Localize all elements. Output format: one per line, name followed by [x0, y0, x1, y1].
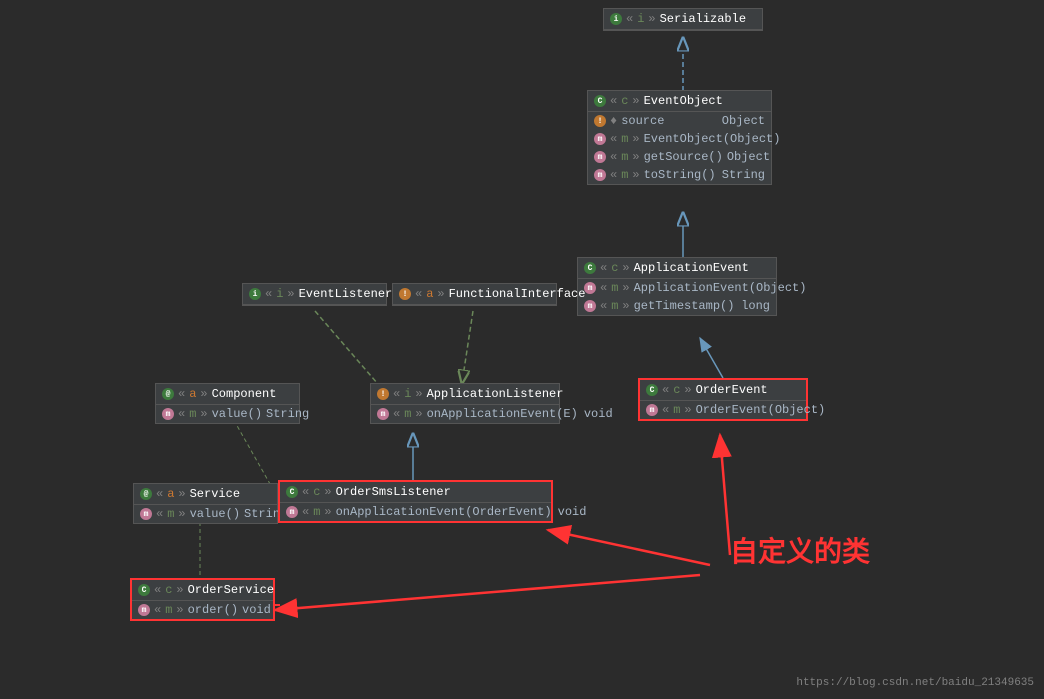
application-event-icon: C — [584, 262, 596, 274]
order-service-icon: C — [138, 584, 150, 596]
application-event-gettimestamp: m «m» getTimestamp() long — [578, 297, 776, 315]
serializable-header: i «i» Serializable — [604, 9, 762, 30]
application-listener-box: ! «i» ApplicationListener m «m» onApplic… — [370, 383, 560, 424]
service-value: m «m» value() String — [134, 505, 277, 523]
service-box: @ «a» Service m «m» value() String — [133, 483, 278, 524]
order-sms-listener-header: C «c» OrderSmsListener — [280, 482, 551, 503]
application-event-constructor: m «m» ApplicationEvent(Object) — [578, 279, 776, 297]
service-header: @ «a» Service — [134, 484, 277, 505]
functional-interface-icon: ! — [399, 288, 411, 300]
component-header: @ «a» Component — [156, 384, 299, 405]
order-service-method: m «m» order() void — [132, 601, 273, 619]
application-listener-method: m «m» onApplicationEvent(E) void — [371, 405, 559, 423]
order-sms-listener-method: m «m» onApplicationEvent(OrderEvent) voi… — [280, 503, 551, 521]
custom-class-annotation: 自定义的类 — [730, 530, 870, 570]
order-sms-listener-box: C «c» OrderSmsListener m «m» onApplicati… — [278, 480, 553, 523]
order-service-header: C «c» OrderService — [132, 580, 273, 601]
event-object-constructor: m «m» EventObject(Object) — [588, 130, 771, 148]
order-service-box: C «c» OrderService m «m» order() void — [130, 578, 275, 621]
event-object-tostring: m «m» toString() String — [588, 166, 771, 184]
order-event-box: C «c» OrderEvent m «m» OrderEvent(Object… — [638, 378, 808, 421]
event-object-header: C «c» EventObject — [588, 91, 771, 112]
serializable-icon: i — [610, 13, 622, 25]
order-event-header: C «c» OrderEvent — [640, 380, 806, 401]
event-listener-box: i «i» EventListener — [242, 283, 387, 306]
event-object-icon: C — [594, 95, 606, 107]
event-object-box: C «c» EventObject ! ♦ source Object m «m… — [587, 90, 772, 185]
event-listener-icon: i — [249, 288, 261, 300]
service-icon: @ — [140, 488, 152, 500]
application-event-header: C «c» ApplicationEvent — [578, 258, 776, 279]
order-sms-listener-icon: C — [286, 486, 298, 498]
component-box: @ «a» Component m «m» value() String — [155, 383, 300, 424]
application-listener-header: ! «i» ApplicationListener — [371, 384, 559, 405]
order-event-constructor: m «m» OrderEvent(Object) — [640, 401, 806, 419]
application-event-box: C «c» ApplicationEvent m «m» Application… — [577, 257, 777, 316]
component-value: m «m» value() String — [156, 405, 299, 423]
functional-interface-header: ! «a» FunctionalInterface — [393, 284, 556, 305]
functional-interface-box: ! «a» FunctionalInterface — [392, 283, 557, 306]
watermark: https://blog.csdn.net/baidu_21349635 — [796, 677, 1034, 689]
order-event-icon: C — [646, 384, 658, 396]
event-object-getsource: m «m» getSource() Object — [588, 148, 771, 166]
serializable-box: i «i» Serializable — [603, 8, 763, 31]
component-icon: @ — [162, 388, 174, 400]
event-listener-header: i «i» EventListener — [243, 284, 386, 305]
application-listener-icon: ! — [377, 388, 389, 400]
event-object-source: ! ♦ source Object — [588, 112, 771, 130]
